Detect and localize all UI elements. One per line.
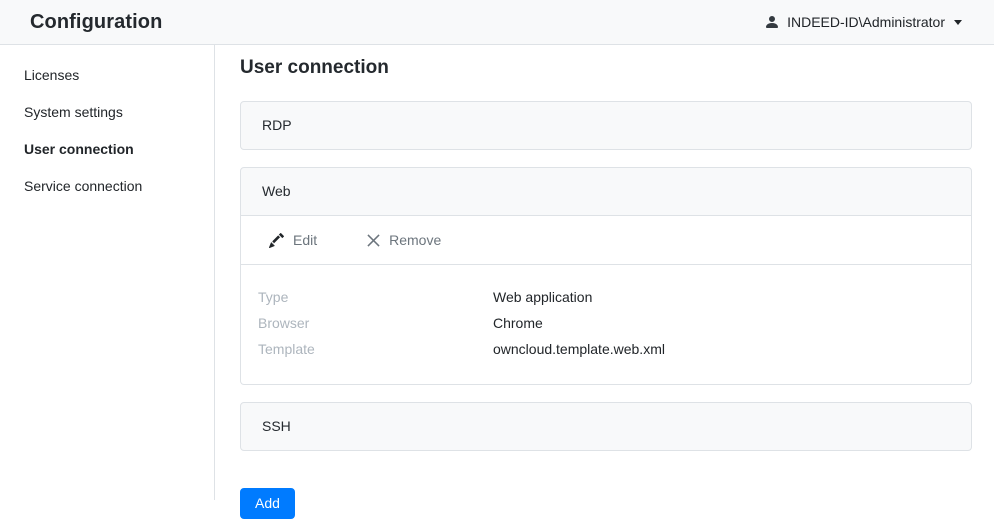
web-details: Type Web application Browser Chrome Temp…: [240, 265, 972, 385]
layout: Licenses System settings User connection…: [0, 45, 994, 500]
main-content: User connection RDP Web Edit: [215, 45, 994, 500]
person-icon: [764, 14, 780, 30]
user-name: INDEED-ID\Administrator: [787, 14, 945, 30]
section-ssh-label: SSH: [262, 418, 291, 434]
app-header: Configuration INDEED-ID\Administrator: [0, 0, 994, 45]
sidebar-item-service-connection[interactable]: Service connection: [0, 168, 214, 205]
sidebar-item-licenses[interactable]: Licenses: [0, 57, 214, 94]
detail-label: Type: [258, 284, 493, 310]
section-ssh[interactable]: SSH: [240, 402, 972, 451]
edit-button[interactable]: Edit: [261, 226, 325, 254]
sidebar-item-user-connection[interactable]: User connection: [0, 131, 214, 168]
detail-label: Browser: [258, 310, 493, 336]
web-toolbar: Edit Remove: [240, 216, 972, 265]
detail-label: Template: [258, 336, 493, 362]
detail-row-template: Template owncloud.template.web.xml: [258, 336, 951, 362]
x-icon: [367, 234, 380, 247]
user-menu[interactable]: INDEED-ID\Administrator: [764, 14, 962, 30]
section-web-group: Web Edit Re: [240, 167, 972, 385]
caret-down-icon: [954, 20, 962, 25]
section-web-label: Web: [262, 183, 291, 199]
section-rdp-label: RDP: [262, 117, 292, 133]
detail-row-type: Type Web application: [258, 284, 951, 310]
detail-value: owncloud.template.web.xml: [493, 336, 665, 362]
pencil-icon: [269, 233, 284, 248]
remove-button-label: Remove: [389, 230, 441, 250]
detail-value: Web application: [493, 284, 592, 310]
sidebar: Licenses System settings User connection…: [0, 45, 215, 500]
detail-value: Chrome: [493, 310, 543, 336]
section-rdp[interactable]: RDP: [240, 101, 972, 150]
edit-button-label: Edit: [293, 230, 317, 250]
add-button[interactable]: Add: [240, 488, 295, 519]
section-web[interactable]: Web: [240, 167, 972, 216]
remove-button[interactable]: Remove: [359, 226, 449, 254]
app-title: Configuration: [30, 11, 162, 34]
page-title: User connection: [240, 55, 972, 80]
sidebar-item-system-settings[interactable]: System settings: [0, 94, 214, 131]
detail-row-browser: Browser Chrome: [258, 310, 951, 336]
